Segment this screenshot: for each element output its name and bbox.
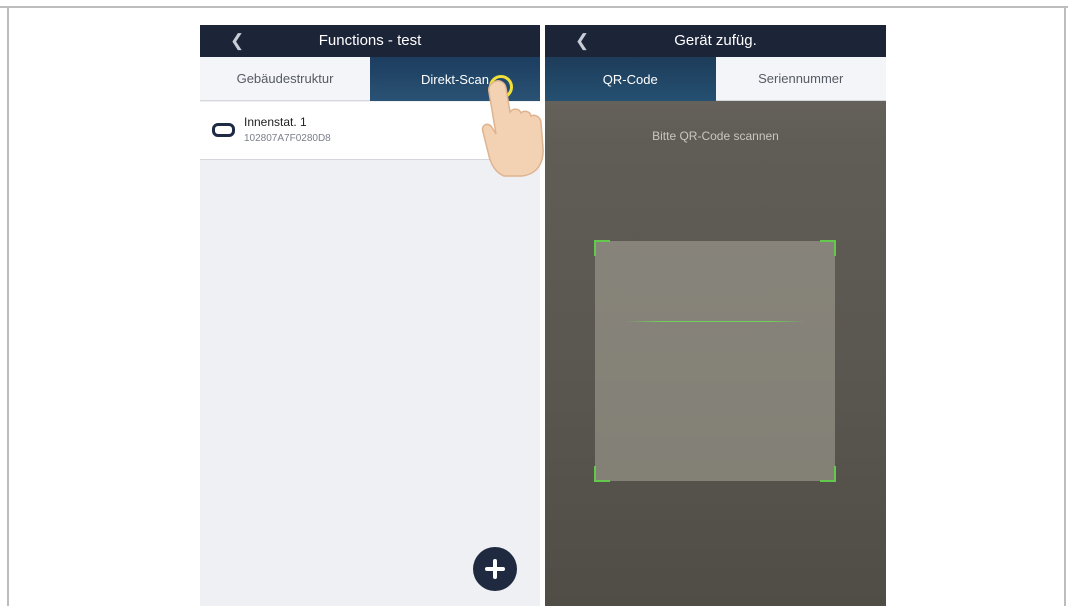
tab-seriennummer[interactable]: Seriennummer — [715, 57, 886, 101]
tab-gebaeudestruktur[interactable]: Gebäudestruktur — [200, 57, 370, 101]
page-title: Functions - test — [318, 32, 422, 49]
navbar: ❮ Gerät zufüg. — [545, 25, 886, 57]
tab-bar: QR-Code Seriennummer — [545, 57, 886, 101]
scan-corner — [594, 466, 610, 482]
frame-border-left — [7, 6, 9, 606]
scan-hint: Bitte QR-Code scannen — [652, 129, 779, 143]
pointing-hand-icon — [481, 80, 544, 177]
qr-scan-frame — [594, 240, 836, 482]
navbar: ❮ Functions - test — [200, 25, 540, 57]
device-icon — [212, 123, 235, 137]
add-device-button[interactable] — [473, 547, 517, 591]
scan-corner — [594, 240, 610, 256]
frame-border-top — [0, 6, 1068, 8]
scan-line — [625, 321, 805, 322]
tab-qr-code[interactable]: QR-Code — [545, 57, 716, 101]
page-title: Gerät zufüg. — [674, 32, 757, 49]
scan-corner — [820, 466, 836, 482]
device-name: Innenstat. 1 — [244, 115, 307, 129]
add-device-screen: ❮ Gerät zufüg. QR-Code Seriennummer Bitt… — [545, 25, 886, 606]
device-serial: 102807A7F0280D8 — [244, 133, 331, 144]
scan-corner — [820, 240, 836, 256]
frame-border-right — [1064, 6, 1066, 606]
